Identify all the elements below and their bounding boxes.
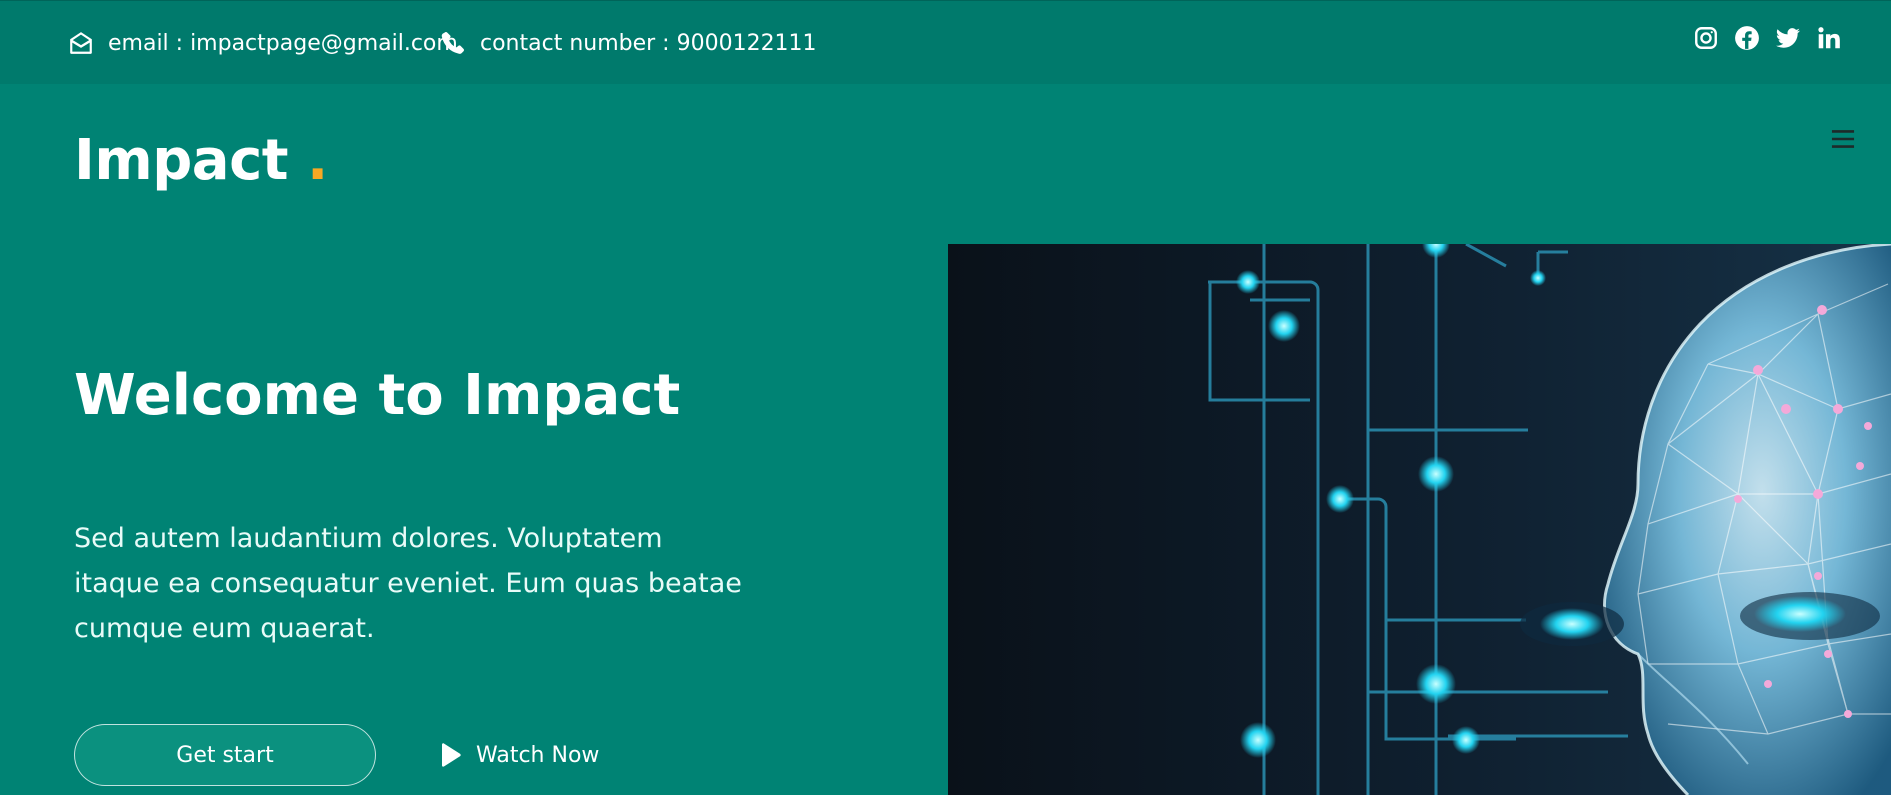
email-text: email : impactpage@gmail.com [108, 30, 458, 56]
envelope-open-icon [70, 32, 92, 54]
twitter-icon[interactable] [1773, 23, 1802, 52]
hero-image [948, 244, 1891, 795]
play-icon [442, 743, 461, 767]
hero-title: Welcome to Impact [74, 363, 681, 428]
watch-now-button[interactable]: Watch Now [440, 738, 599, 772]
hamburger-menu-icon[interactable] [1825, 122, 1861, 156]
brand-logo[interactable]: Impact . [74, 128, 328, 193]
watch-now-label: Watch Now [476, 742, 600, 768]
hero-description: Sed autem laudantium dolores. Voluptatem… [74, 523, 742, 644]
ai-face-illustration [948, 244, 1891, 795]
phone-contact[interactable]: contact number : 9000122111 [440, 25, 817, 61]
brand-dot: . [307, 128, 328, 193]
phone-icon [441, 32, 464, 54]
linkedin-icon[interactable] [1814, 23, 1843, 52]
social-links [1691, 23, 1843, 52]
get-start-button[interactable]: Get start [74, 724, 376, 786]
top-bar: email : impactpage@gmail.com contact num… [0, 0, 1891, 84]
phone-text: contact number : 9000122111 [480, 30, 817, 56]
email-contact[interactable]: email : impactpage@gmail.com [68, 25, 458, 61]
facebook-icon[interactable] [1732, 23, 1761, 52]
instagram-icon[interactable] [1691, 23, 1720, 52]
brand-name: Impact [74, 128, 289, 193]
